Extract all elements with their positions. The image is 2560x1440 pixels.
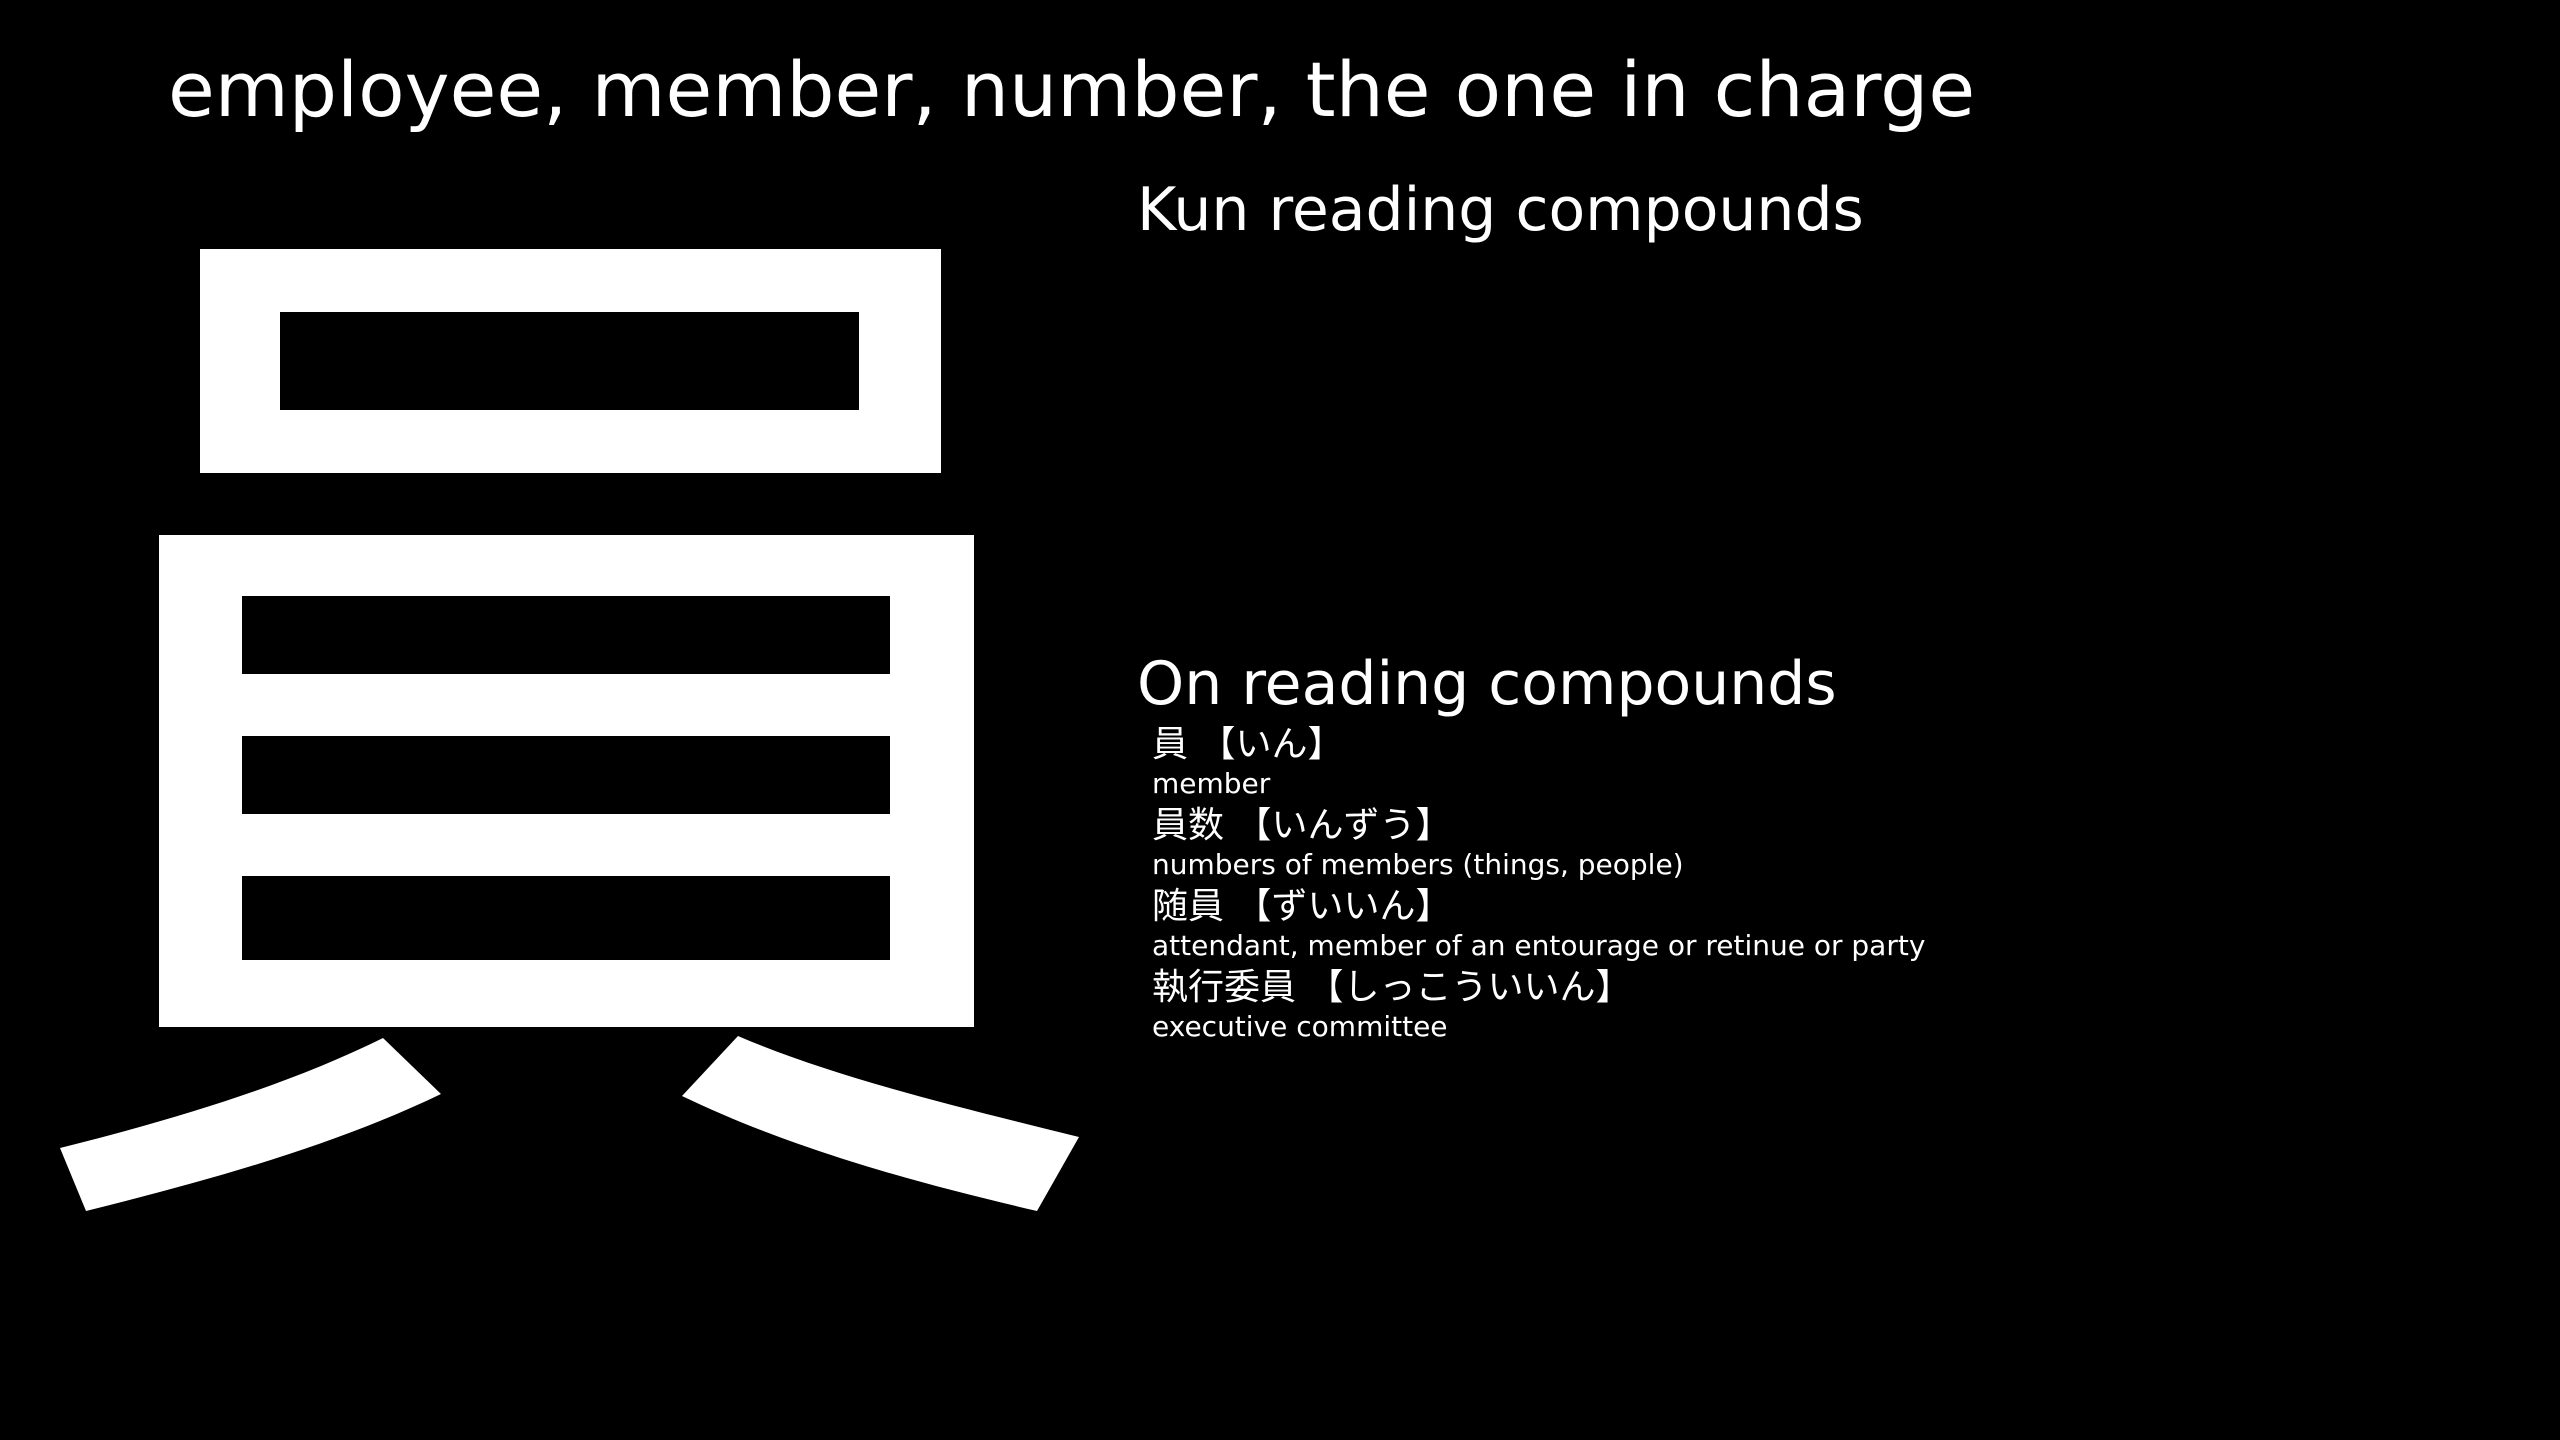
- compound-term: 員 【いん】: [1152, 724, 1344, 765]
- compound-meaning: numbers of members (things, people): [1152, 848, 1684, 881]
- compound-term: 員数 【いんずう】: [1152, 805, 1452, 846]
- compound-meaning: member: [1152, 767, 1271, 800]
- compound-meaning: attendant, member of an entourage or ret…: [1152, 929, 1926, 962]
- compound-term: 執行委員 【しっこういいん】: [1152, 967, 1632, 1008]
- kanji-glyph: 員: [60, 249, 1079, 1211]
- list-item: 員数 【いんずう】 numbers of members (things, pe…: [1152, 803, 2452, 884]
- kun-reading-heading: Kun reading compounds: [1137, 175, 1864, 245]
- kanji-meaning-title: employee, member, number, the one in cha…: [168, 45, 1976, 134]
- list-item: 随員 【ずいいん】 attendant, member of an entour…: [1152, 884, 2452, 965]
- list-item: 員 【いん】 member: [1152, 722, 2452, 803]
- compound-meaning: executive committee: [1152, 1010, 1448, 1043]
- on-reading-heading: On reading compounds: [1137, 649, 1837, 719]
- compound-term: 随員 【ずいいん】: [1152, 886, 1452, 927]
- on-compound-list: 員 【いん】 member 員数 【いんずう】 numbers of membe…: [1152, 722, 2452, 1046]
- list-item: 執行委員 【しっこういいん】 executive committee: [1152, 965, 2452, 1046]
